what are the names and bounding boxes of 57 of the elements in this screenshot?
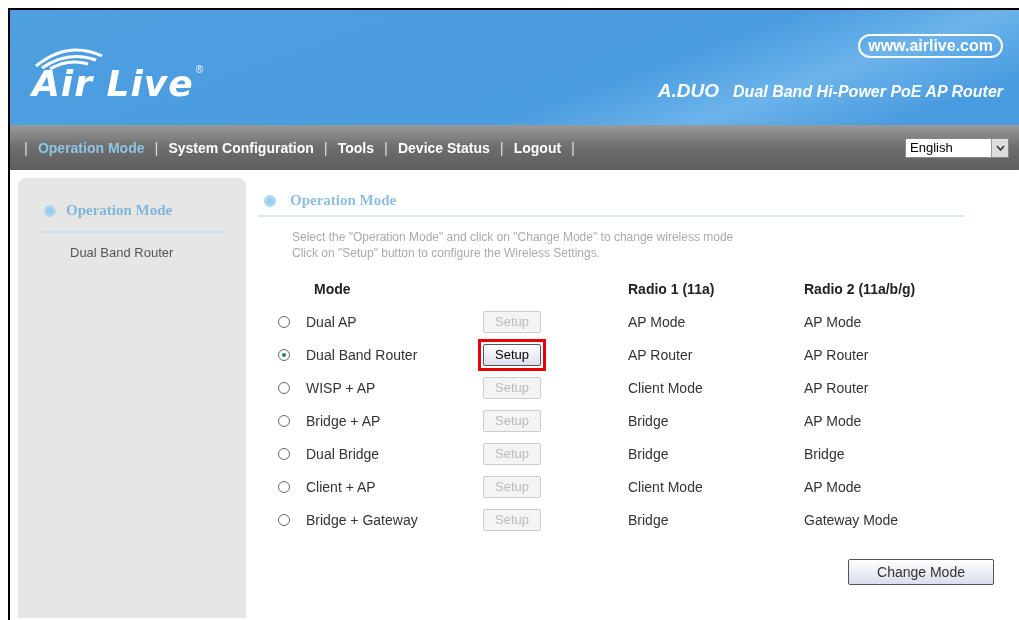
bullet-icon xyxy=(264,194,276,207)
radio-button[interactable] xyxy=(278,348,290,361)
nav-link[interactable]: Device Status xyxy=(397,139,490,156)
table-cell-text: Bridge xyxy=(628,411,670,431)
mode-label: Client + AP xyxy=(306,478,376,495)
bullet-icon xyxy=(44,204,56,217)
separator: | xyxy=(154,139,159,156)
registered-mark: ® xyxy=(195,64,204,75)
sidebar-item[interactable]: Dual Band Router xyxy=(38,233,226,260)
radio-button[interactable] xyxy=(278,480,290,493)
separator: | xyxy=(323,139,328,156)
radio-button[interactable] xyxy=(278,447,290,460)
mode-label: Bridge + AP xyxy=(306,412,381,429)
radio-button[interactable] xyxy=(278,381,290,394)
radio-button[interactable] xyxy=(278,414,290,427)
table-cell-text: AP Router xyxy=(804,345,870,365)
table-cell-text: AP Router xyxy=(804,378,870,398)
mode-label: WISP + AP xyxy=(306,379,376,396)
nav-link[interactable]: Logout xyxy=(513,139,562,156)
table-cell-text: Bridge xyxy=(628,444,670,464)
table-cell-text: Client Mode xyxy=(628,378,704,398)
table-cell-text: AP Mode xyxy=(804,312,863,332)
setup-button[interactable]: Setup xyxy=(483,343,541,366)
mode-label: Dual AP xyxy=(306,313,357,330)
logo-text: Air Live xyxy=(32,64,194,104)
radio-button[interactable] xyxy=(278,315,290,328)
separator: | xyxy=(384,139,388,156)
column-header: Radio 1 (11a) xyxy=(628,279,716,299)
column-header: Radio 2 (11a/b/g) xyxy=(804,279,917,299)
mode-label: Bridge + Gateway xyxy=(306,511,418,528)
sidebar-heading: Operation Mode xyxy=(66,202,173,219)
mode-label: Dual Band Router xyxy=(306,346,418,363)
table-cell-text: Gateway Mode xyxy=(804,510,900,530)
separator: | xyxy=(499,139,504,156)
nav-link[interactable]: Operation Mode xyxy=(37,139,145,156)
language-select[interactable]: English xyxy=(905,137,1009,158)
instruction-text: Click on "Setup" button to configure the Wireless Settings. xyxy=(292,245,601,261)
product-tagline: Dual Band Hi-Power PoE AP Router xyxy=(733,83,1003,101)
change-mode-button[interactable]: Change Mode xyxy=(848,559,994,585)
table-cell-text: Bridge xyxy=(628,510,670,530)
separator: | xyxy=(571,139,575,156)
section-heading: Operation Mode xyxy=(290,192,397,209)
chevron-down-icon xyxy=(995,144,1005,151)
table-cell-text: Bridge xyxy=(804,444,846,464)
mode-label: Dual Bridge xyxy=(306,445,380,462)
table-cell-text: AP Mode xyxy=(628,312,687,332)
nav-link[interactable]: System Configuration xyxy=(168,139,314,156)
table-cell-text: Client Mode xyxy=(628,477,704,497)
instruction-text: Select the "Operation Mode" and click on "Change Mode" to change wireless mode xyxy=(292,229,735,245)
column-header: Mode xyxy=(313,279,352,299)
model-name: A.DUO xyxy=(657,80,720,102)
nav-link[interactable]: Tools xyxy=(337,139,375,156)
table-cell-text: AP Router xyxy=(628,345,694,365)
separator: | xyxy=(24,139,28,156)
radio-button[interactable] xyxy=(278,513,290,526)
table-cell-text: AP Mode xyxy=(804,477,863,497)
table-cell-text: AP Mode xyxy=(804,411,863,431)
